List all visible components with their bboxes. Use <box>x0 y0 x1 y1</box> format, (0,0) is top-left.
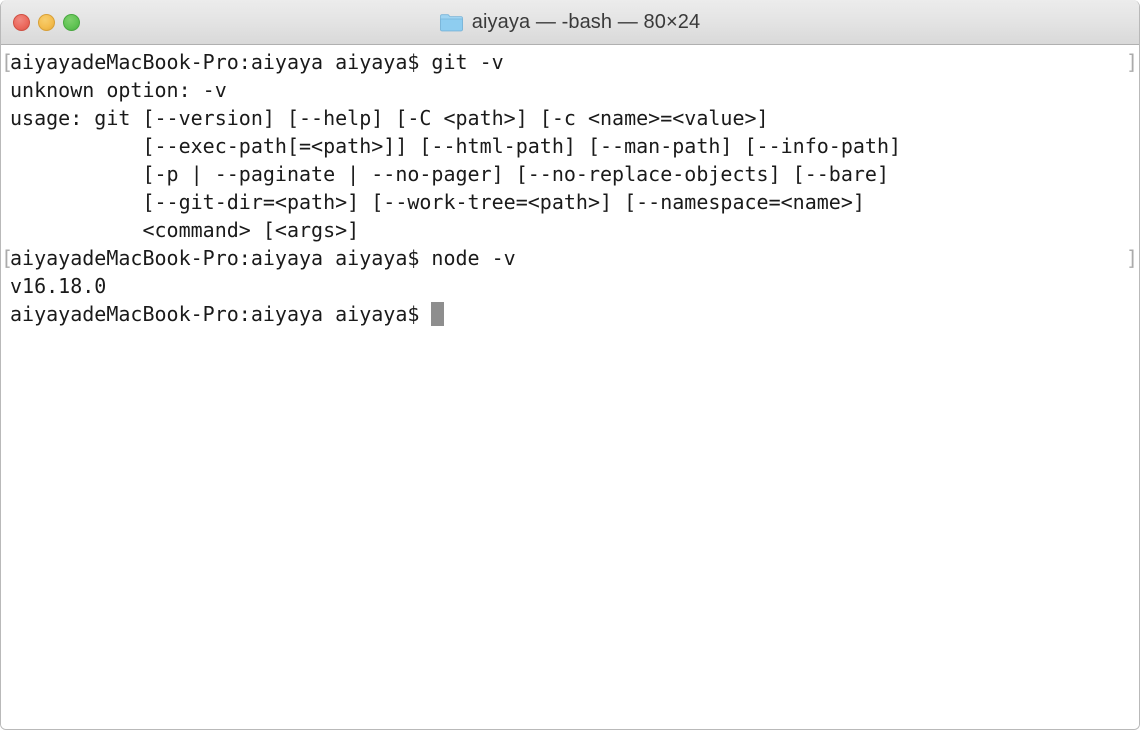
window-titlebar[interactable]: aiyaya — -bash — 80×24 <box>1 0 1139 45</box>
terminal-line: [--git-dir=<path>] [--work-tree=<path>] … <box>1 188 1139 216</box>
terminal-line: <command> [<args>] <box>1 216 1139 244</box>
terminal-line-text: [--git-dir=<path>] [--work-tree=<path>] … <box>10 190 865 214</box>
terminal-line: [--exec-path[=<path>]] [--html-path] [--… <box>1 132 1139 160</box>
terminal-screen: aiyayadeMacBook-Pro:aiyaya aiyaya$ git -… <box>1 48 1139 328</box>
terminal-line: aiyayadeMacBook-Pro:aiyaya aiyaya$ node … <box>1 244 1139 272</box>
terminal-line-text: [-p | --paginate | --no-pager] [--no-rep… <box>10 162 889 186</box>
minimize-button[interactable] <box>38 14 55 31</box>
terminal-line: usage: git [--version] [--help] [-C <pat… <box>1 104 1139 132</box>
folder-icon <box>439 14 463 32</box>
terminal-window: aiyaya — -bash — 80×24 aiyayadeMacBook-P… <box>0 0 1140 730</box>
text-cursor <box>431 302 445 326</box>
window-title: aiyaya — -bash — 80×24 <box>471 11 701 33</box>
prompt-text: aiyayadeMacBook-Pro:aiyaya aiyaya$ <box>10 302 432 326</box>
close-button[interactable] <box>13 14 30 31</box>
terminal-line: v16.18.0 <box>1 272 1139 300</box>
wrap-marker-left: [ <box>1 50 14 74</box>
terminal-prompt-line[interactable]: aiyayadeMacBook-Pro:aiyaya aiyaya$ <box>1 300 1139 328</box>
terminal-body[interactable]: aiyayadeMacBook-Pro:aiyaya aiyaya$ git -… <box>1 45 1139 729</box>
wrap-marker-left: [ <box>1 246 14 270</box>
terminal-line: [-p | --paginate | --no-pager] [--no-rep… <box>1 160 1139 188</box>
window-title-group: aiyaya — -bash — 80×24 <box>1 0 1139 45</box>
terminal-line-text: aiyayadeMacBook-Pro:aiyaya aiyaya$ git -… <box>10 50 504 74</box>
terminal-line: aiyayadeMacBook-Pro:aiyaya aiyaya$ git -… <box>1 48 1139 76</box>
terminal-line-text: unknown option: -v <box>10 78 227 102</box>
maximize-button[interactable] <box>63 14 80 31</box>
terminal-line: unknown option: -v <box>1 76 1139 104</box>
terminal-line-text: [--exec-path[=<path>]] [--html-path] [--… <box>10 134 902 158</box>
window-controls <box>13 0 80 45</box>
wrap-marker-right: ] <box>1125 246 1138 270</box>
terminal-line-text: <command> [<args>] <box>10 218 360 242</box>
terminal-line-text: usage: git [--version] [--help] [-C <pat… <box>10 106 769 130</box>
wrap-marker-right: ] <box>1125 50 1138 74</box>
terminal-line-text: v16.18.0 <box>10 274 107 298</box>
terminal-line-text: aiyayadeMacBook-Pro:aiyaya aiyaya$ node … <box>10 246 516 270</box>
